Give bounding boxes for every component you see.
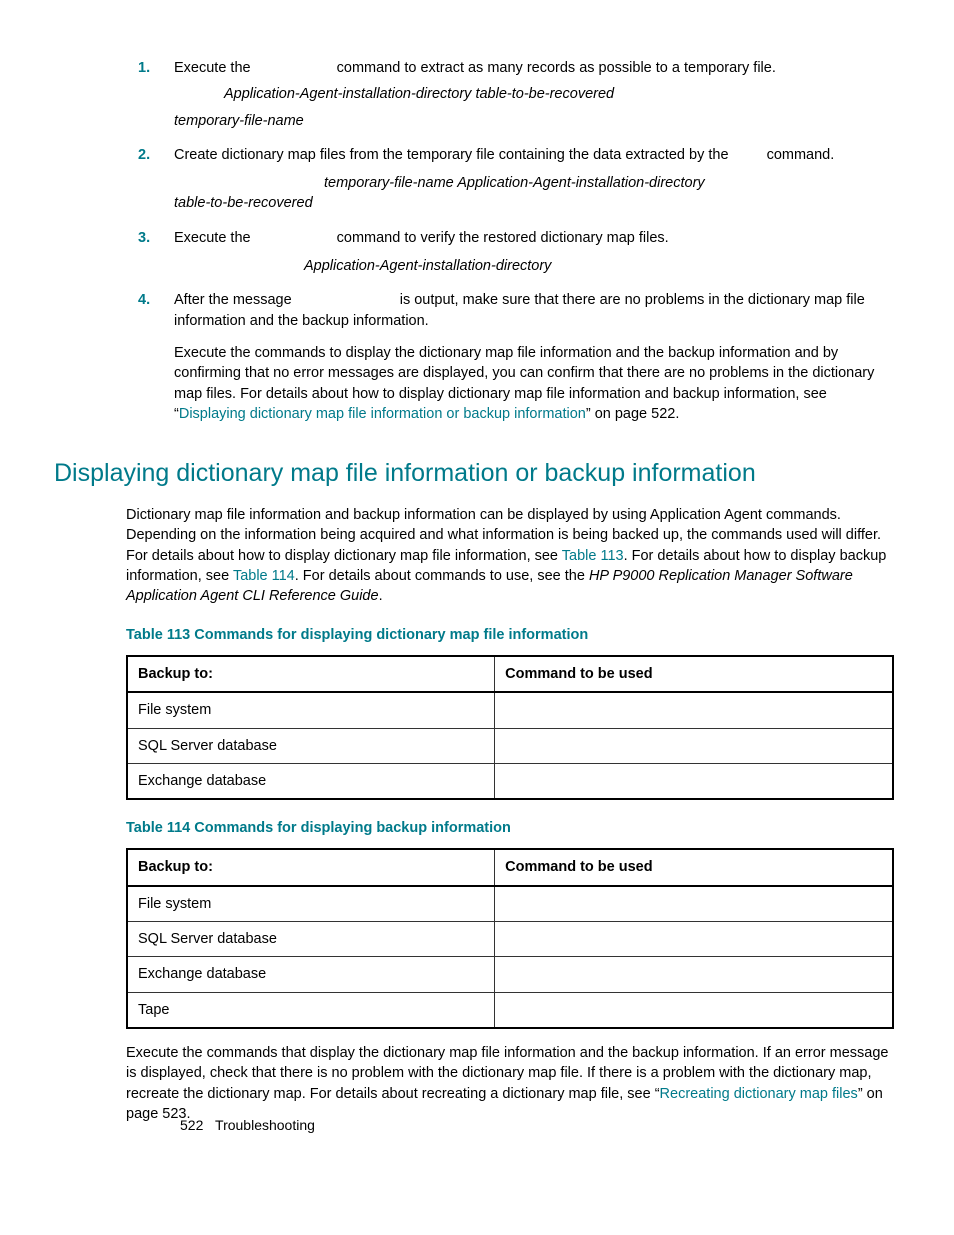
cell-command: [495, 992, 893, 1028]
step-italic-line2: temporary-file-name: [174, 111, 894, 131]
table-row: File system: [127, 886, 893, 922]
table-row: Exchange database: [127, 763, 893, 799]
link-displaying-info[interactable]: Displaying dictionary map file informati…: [179, 406, 586, 422]
table-114-title: Table 114 Commands for displaying backup…: [126, 818, 894, 838]
step-text: Create dictionary map files from the tem…: [174, 147, 834, 163]
th-backup-to: Backup to:: [127, 849, 495, 885]
th-command: Command to be used: [495, 656, 893, 692]
step-3: 3. Execute the command to verify the res…: [138, 228, 894, 277]
table-row: SQL Server database: [127, 922, 893, 957]
cell-command: [495, 922, 893, 957]
th-backup-to: Backup to:: [127, 656, 495, 692]
table-header-row: Backup to: Command to be used: [127, 656, 893, 692]
step-text: After the message is output, make sure t…: [174, 292, 865, 328]
table-row: Exchange database: [127, 957, 893, 992]
table-row: Tape: [127, 992, 893, 1028]
step-text: Execute the command to verify the restor…: [174, 230, 669, 246]
table-row: File system: [127, 692, 893, 728]
page: 1. Execute the command to extract as man…: [54, 58, 894, 1188]
step-2: 2. Create dictionary map files from the …: [138, 145, 894, 214]
section-outro: Execute the commands that display the di…: [126, 1043, 894, 1124]
cell-command: [495, 886, 893, 922]
numbered-steps: 1. Execute the command to extract as man…: [138, 58, 894, 424]
cell-command: [495, 692, 893, 728]
cell-backup-to: Exchange database: [127, 957, 495, 992]
step-1: 1. Execute the command to extract as man…: [138, 58, 894, 131]
cell-backup-to: SQL Server database: [127, 728, 495, 763]
footer-label: Troubleshooting: [215, 1117, 315, 1133]
step-italic-line: temporary-file-name Application-Agent-in…: [324, 173, 894, 193]
step-paragraph: Execute the commands to display the dict…: [174, 343, 894, 424]
cell-backup-to: Exchange database: [127, 763, 495, 799]
page-footer: 522 Troubleshooting: [180, 1116, 315, 1136]
step-number: 4.: [138, 290, 164, 310]
cell-command: [495, 957, 893, 992]
table-113: Backup to: Command to be used File syste…: [126, 655, 894, 800]
cell-backup-to: File system: [127, 692, 495, 728]
step-italic-line: Application-Agent-installation-directory: [304, 256, 894, 276]
section-intro: Dictionary map file information and back…: [126, 505, 894, 606]
table-row: SQL Server database: [127, 728, 893, 763]
step-4: 4. After the message is output, make sur…: [138, 290, 894, 424]
cell-command: [495, 728, 893, 763]
cell-backup-to: Tape: [127, 992, 495, 1028]
step-number: 1.: [138, 58, 164, 78]
cell-backup-to: File system: [127, 886, 495, 922]
table-113-title: Table 113 Commands for displaying dictio…: [126, 625, 894, 645]
step-text: Execute the command to extract as many r…: [174, 60, 776, 76]
page-number: 522: [180, 1117, 203, 1133]
step-number: 2.: [138, 145, 164, 165]
link-table-114[interactable]: Table 114: [233, 568, 295, 584]
th-command: Command to be used: [495, 849, 893, 885]
table-114: Backup to: Command to be used File syste…: [126, 848, 894, 1028]
cell-backup-to: SQL Server database: [127, 922, 495, 957]
step-italic-line: Application-Agent-installation-directory…: [224, 84, 894, 104]
step-italic-line2: table-to-be-recovered: [174, 193, 894, 213]
link-table-113[interactable]: Table 113: [562, 548, 624, 564]
link-recreating-files[interactable]: Recreating dictionary map files: [660, 1086, 858, 1102]
table-header-row: Backup to: Command to be used: [127, 849, 893, 885]
step-number: 3.: [138, 228, 164, 248]
cell-command: [495, 763, 893, 799]
section-heading: Displaying dictionary map file informati…: [54, 456, 894, 491]
